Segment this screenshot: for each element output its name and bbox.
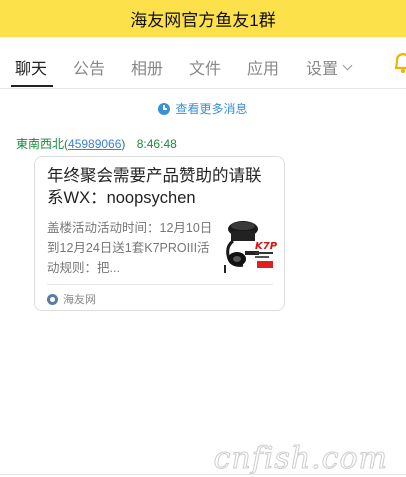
tab-bar: 聊天 公告 相册 文件 应用 设置 bbox=[0, 37, 406, 89]
active-tab-indicator bbox=[11, 85, 53, 87]
sender-id-close: ) bbox=[121, 137, 126, 151]
view-more-messages-link[interactable]: 查看更多消息 bbox=[0, 100, 406, 117]
clock-icon bbox=[158, 102, 171, 115]
site-watermark: cnfish.com bbox=[213, 441, 388, 477]
thumb-brand-text: K7P bbox=[255, 241, 277, 252]
tab-chat[interactable]: 聊天 bbox=[15, 55, 47, 79]
window-title: 海友网官方鱼友1群 bbox=[130, 11, 276, 30]
notification-bell-icon[interactable] bbox=[394, 52, 406, 74]
sender-name[interactable]: 東南西北 bbox=[16, 137, 64, 151]
tab-apps[interactable]: 应用 bbox=[247, 55, 279, 79]
message-header: 東南西北(45989066) 8:46:48 bbox=[16, 135, 177, 152]
bottom-divider bbox=[0, 474, 406, 475]
sender-id-link[interactable]: 45989066 bbox=[68, 137, 121, 151]
window-title-bar: 海友网官方鱼友1群 bbox=[0, 0, 406, 37]
tab-settings[interactable]: 设置 bbox=[306, 55, 353, 79]
source-site-icon bbox=[47, 293, 58, 305]
card-source: 海友网 bbox=[47, 291, 96, 307]
chevron-down-icon bbox=[342, 60, 353, 70]
tab-settings-label: 设置 bbox=[306, 61, 339, 78]
message-time: 8:46:48 bbox=[136, 137, 177, 151]
view-more-messages-label: 查看更多消息 bbox=[175, 102, 248, 116]
tab-files[interactable]: 文件 bbox=[189, 55, 221, 79]
tab-announcements[interactable]: 公告 bbox=[73, 55, 105, 79]
shared-link-card[interactable]: 年终聚会需要产品赞助的请联系WX：noopsychen 盖楼活动活动时间：12月… bbox=[34, 156, 285, 311]
card-divider bbox=[47, 284, 273, 285]
card-title: 年终聚会需要产品赞助的请联系WX：noopsychen bbox=[47, 167, 262, 207]
tab-album[interactable]: 相册 bbox=[131, 55, 163, 79]
product-thumbnail-image: K7P bbox=[221, 215, 277, 277]
card-description: 盖楼活动活动时间：12月10日到12月24日送1套K7PROIII活动规则：把.… bbox=[47, 221, 213, 275]
card-source-label: 海友网 bbox=[63, 294, 96, 306]
